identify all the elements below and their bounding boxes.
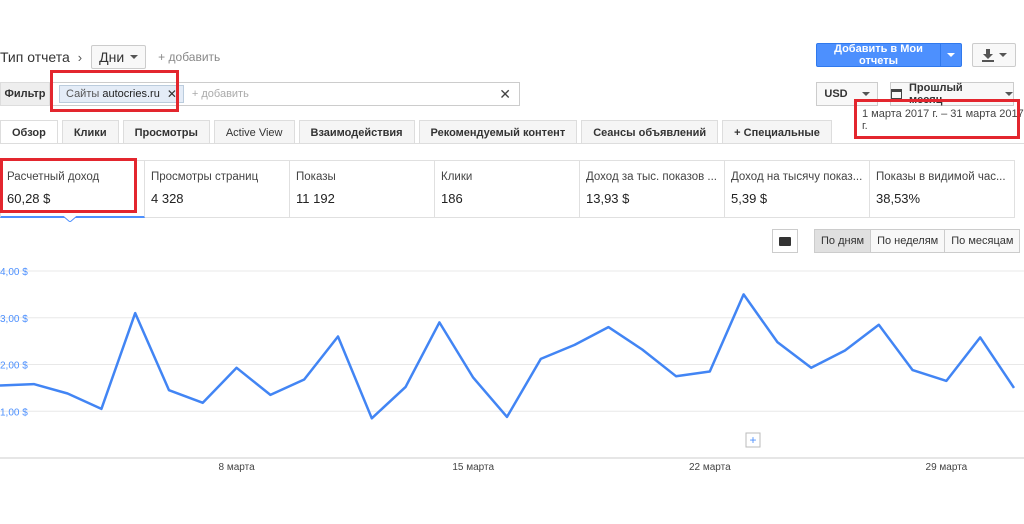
tabs-divider — [0, 143, 1024, 144]
metric-value: 13,93 $ — [586, 191, 630, 206]
comment-icon — [779, 236, 791, 246]
metric-cards: Расчетный доход 60,28 $ Просмотры страниц… — [0, 160, 1015, 218]
tab-ad-sessions[interactable]: Сеансы объявлений — [581, 120, 719, 144]
metric-label: Доход на тысячу показ... — [731, 171, 863, 183]
y-axis-ticks: 1,00 $ 2,00 $ 3,00 $ 4,00 $ — [0, 267, 28, 418]
series-line — [0, 293, 1016, 420]
granularity-dropdown[interactable]: Дни — [91, 45, 147, 69]
metric-card-page-views[interactable]: Просмотры страниц 4 328 — [145, 160, 290, 218]
metric-value: 186 — [441, 191, 463, 206]
granularity-dropdown-label: Дни — [99, 49, 125, 65]
plus-icon: + — [749, 433, 756, 447]
add-to-my-reports-button[interactable]: Добавить в Мои отчеты — [816, 43, 962, 67]
currency-label: USD — [824, 88, 848, 100]
x-axis-ticks: 8 марта 15 марта 22 марта 29 марта — [219, 462, 968, 473]
tab-custom[interactable]: + Специальные — [722, 120, 832, 144]
tab-interactions[interactable]: Взаимодействия — [298, 120, 415, 144]
selected-metric-pointer — [63, 216, 77, 222]
metric-card-rpm-page[interactable]: Доход на тысячу показ... 5,39 $ — [725, 160, 870, 218]
add-to-my-reports-label: Добавить в Мои отчеты — [834, 43, 923, 67]
metric-value: 11 192 — [296, 191, 335, 206]
report-type-label: Тип отчета — [0, 49, 70, 65]
by-day-button[interactable]: По дням — [814, 229, 872, 253]
tab-active-view[interactable]: Active View — [213, 120, 295, 144]
filter-placeholder[interactable]: + добавить — [192, 88, 249, 100]
metric-card-clicks[interactable]: Клики 186 — [435, 160, 580, 218]
metric-label: Клики — [441, 171, 473, 183]
by-week-button[interactable]: По неделям — [870, 229, 946, 253]
metric-label: Показы — [296, 171, 336, 183]
calendar-icon — [891, 89, 902, 99]
clear-filter-icon[interactable]: ✕ — [499, 86, 511, 103]
metric-label: Показы в видимой час... — [876, 171, 1006, 183]
x-tick-label: 22 марта — [689, 462, 731, 473]
x-tick-label: 15 марта — [452, 462, 494, 473]
highlight-box-earnings — [0, 158, 137, 213]
y-tick-label: 1,00 $ — [0, 407, 28, 418]
earnings-line-chart: 1,00 $ 2,00 $ 3,00 $ 4,00 $ 8 марта 15 марта… — [0, 267, 1024, 473]
y-tick-label: 4,00 $ — [0, 267, 28, 278]
report-tabs: Обзор Клики Просмотры Active View Взаимо… — [0, 120, 836, 144]
metric-card-rpm-impressions[interactable]: Доход за тыс. показов ... 13,93 $ — [580, 160, 725, 218]
breadcrumb: Тип отчета › Дни + добавить — [0, 45, 220, 69]
metric-value: 5,39 $ — [731, 191, 768, 206]
y-tick-label: 3,00 $ — [0, 314, 28, 325]
chevron-down-icon — [1005, 92, 1013, 96]
tab-recommended-content[interactable]: Рекомендуемый контент — [418, 120, 578, 144]
metric-label: Доход за тыс. показов ... — [586, 171, 717, 183]
annotation-button[interactable] — [772, 229, 798, 253]
x-tick-label: 8 марта — [219, 462, 256, 473]
add-to-reports-menu-button[interactable] — [940, 44, 961, 66]
filter-button[interactable]: Фильтр — [0, 82, 50, 106]
download-icon — [981, 48, 994, 62]
metric-value: 38,53% — [876, 191, 921, 206]
add-annotation-marker[interactable]: + — [745, 432, 761, 448]
tab-clicks[interactable]: Клики — [61, 120, 119, 144]
tab-views[interactable]: Просмотры — [122, 120, 210, 144]
metric-label: Просмотры страниц — [151, 171, 259, 183]
metric-card-active-view[interactable]: Показы в видимой час... 38,53% — [870, 160, 1015, 218]
add-dimension-link[interactable]: + добавить — [158, 50, 220, 64]
download-button[interactable] — [972, 43, 1016, 67]
chevron-down-icon — [130, 55, 139, 59]
chevron-down-icon — [998, 53, 1007, 57]
by-month-button[interactable]: По месяцам — [944, 229, 1021, 253]
y-tick-label: 2,00 $ — [0, 361, 28, 372]
highlight-box-filter — [50, 70, 179, 112]
breadcrumb-chevron-icon: › — [77, 49, 83, 65]
highlight-box-date-range — [854, 99, 1020, 139]
tab-overview[interactable]: Обзор — [0, 120, 58, 144]
metric-value: 4 328 — [151, 191, 184, 206]
chart-grid — [0, 270, 1024, 459]
chevron-down-icon — [947, 53, 955, 57]
x-tick-label: 29 марта — [926, 462, 968, 473]
metric-card-impressions[interactable]: Показы 11 192 — [290, 160, 435, 218]
granularity-toggle: По дням По неделям По месяцам — [814, 229, 1021, 253]
chevron-down-icon — [861, 92, 870, 96]
